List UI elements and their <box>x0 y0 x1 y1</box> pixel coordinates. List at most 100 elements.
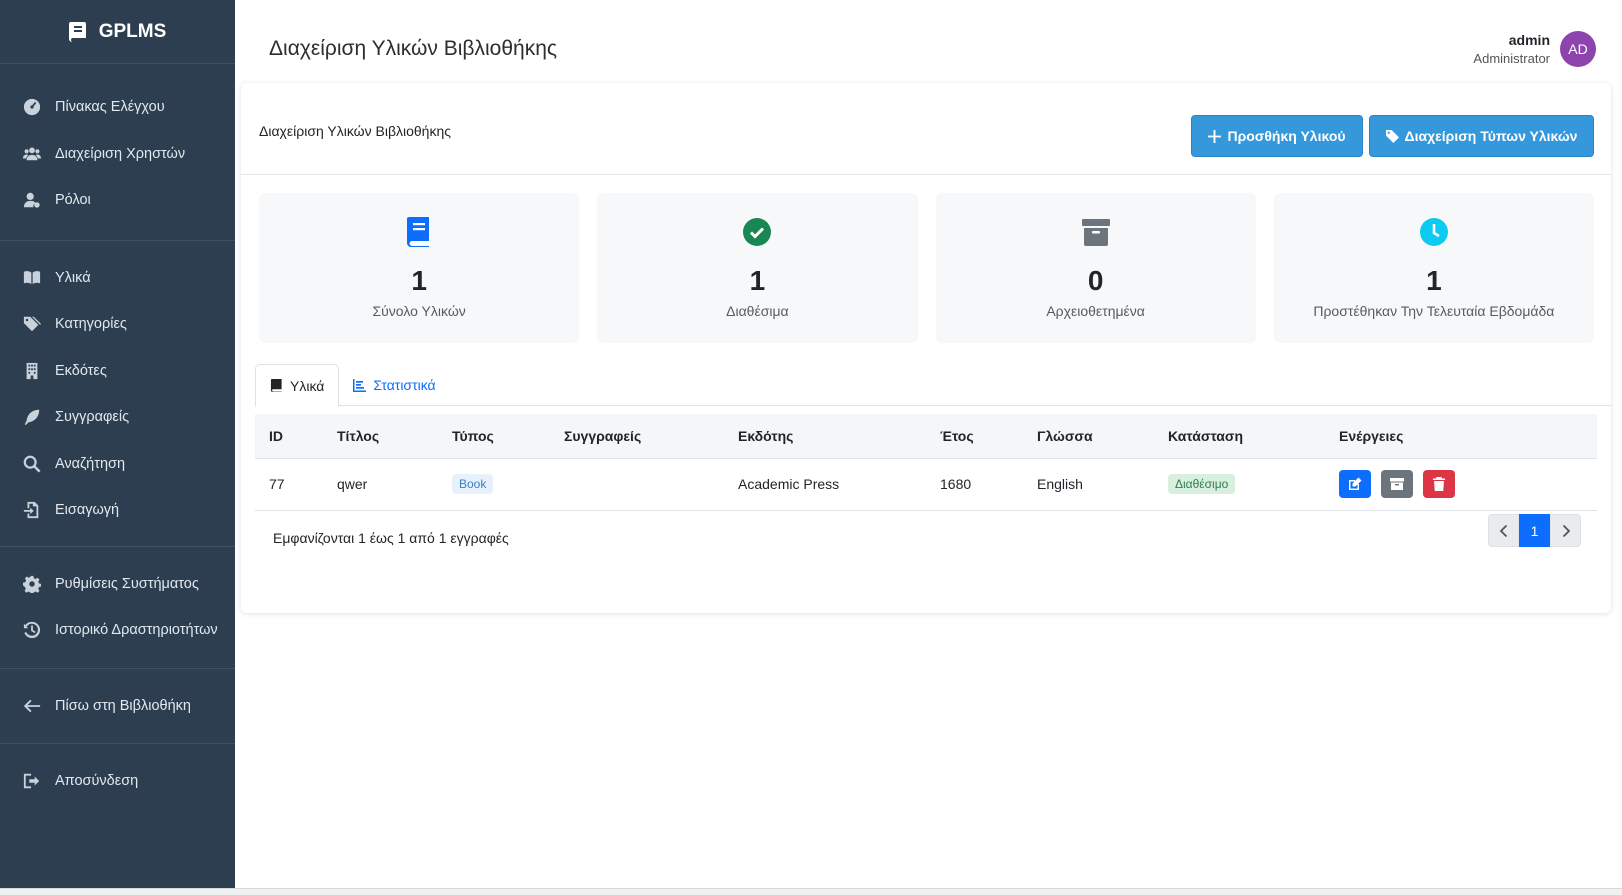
tab-statistics[interactable]: Στατιστικά <box>339 364 449 406</box>
sidebar-item-materials[interactable]: Υλικά <box>0 255 235 302</box>
stats-row: 1 Σύνολο Υλικών 1 Διαθέσιμα 0 Αρχειοθετη… <box>259 193 1594 343</box>
records-info: Εμφανίζονται 1 έως 1 από 1 εγγραφές <box>273 530 509 546</box>
add-material-button[interactable]: Προσθήκη Υλικού <box>1191 115 1363 157</box>
sidebar-item-categories[interactable]: Κατηγορίες <box>0 301 235 348</box>
sidebar-item-label: Εκδότες <box>55 362 107 379</box>
stat-label: Προστέθηκαν Την Τελευταία Εβδομάδα <box>1313 303 1555 319</box>
book-open-icon <box>22 268 42 288</box>
nav-group-library: Υλικά Κατηγορίες Εκδότες Συγγραφείς Αναζ… <box>0 241 235 547</box>
col-id[interactable]: ID <box>255 414 323 459</box>
tab-label: Υλικά <box>290 377 325 394</box>
delete-button[interactable] <box>1422 470 1455 498</box>
cell-type: Book <box>438 458 550 511</box>
chevron-left-icon <box>1499 524 1507 537</box>
arrow-left-icon <box>22 696 42 716</box>
edit-button[interactable] <box>1339 470 1371 498</box>
stat-value: 1 <box>749 265 766 296</box>
book-icon <box>270 379 282 392</box>
stat-value: 1 <box>1426 265 1442 296</box>
edit-icon <box>1349 477 1362 490</box>
sidebar-item-import[interactable]: Εισαγωγή <box>0 487 235 534</box>
cell-year: 1680 <box>926 458 1023 511</box>
stat-available: 1 Διαθέσιμα <box>597 193 918 343</box>
sidebar-item-label: Κατηγορίες <box>55 316 127 333</box>
archive-button[interactable] <box>1380 470 1413 498</box>
sidebar-item-roles[interactable]: Ρόλοι <box>0 177 235 224</box>
chevron-right-icon <box>1562 524 1570 537</box>
cell-title: qwer <box>323 458 438 511</box>
sidebar-item-settings[interactable]: Ρυθμίσεις Συστήματος <box>0 561 235 608</box>
user-role: Administrator <box>1473 51 1550 66</box>
user-name: admin <box>1508 32 1550 48</box>
manage-types-button[interactable]: Διαχείριση Τύπων Υλικών <box>1369 115 1594 157</box>
sidebar-item-publishers[interactable]: Εκδότες <box>0 348 235 395</box>
sidebar-item-label: Ρυθμίσεις Συστήματος <box>55 575 199 592</box>
col-title[interactable]: Τίτλος <box>323 414 438 459</box>
col-authors[interactable]: Συγγραφείς <box>550 414 724 459</box>
brand[interactable]: GPLMS <box>0 0 235 64</box>
materials-table: ID Τίτλος Τύπος Συγγραφείς Εκδότης Έτος … <box>255 414 1597 511</box>
pagination: 1 <box>1488 514 1581 547</box>
sidebar-item-users[interactable]: Διαχείριση Χρηστών <box>0 131 235 178</box>
page-button[interactable]: 1 <box>1519 514 1550 547</box>
tag-icon <box>1385 129 1399 143</box>
feather-icon <box>22 407 42 427</box>
user-info[interactable]: admin Administrator <box>1473 32 1550 66</box>
stat-label: Σύνολο Υλικών <box>372 303 466 319</box>
tab-materials[interactable]: Υλικά <box>255 364 340 407</box>
col-type[interactable]: Τύπος <box>438 414 550 459</box>
sidebar-item-label: Πίσω στη Βιβλιοθήκη <box>55 697 191 714</box>
sidebar-item-back-to-library[interactable]: Πίσω στη Βιβλιοθήκη <box>0 683 235 730</box>
sidebar-item-activity-history[interactable]: Ιστορικό Δραστηριοτήτων <box>0 607 235 654</box>
cell-actions <box>1325 458 1597 511</box>
user-role-icon <box>22 190 42 210</box>
sidebar-item-label: Διαχείριση Χρηστών <box>55 145 186 162</box>
tabs: Υλικά Στατιστικά <box>255 364 1611 407</box>
book-icon <box>404 217 434 247</box>
sidebar-item-search[interactable]: Αναζήτηση <box>0 441 235 488</box>
sidebar-item-authors[interactable]: Συγγραφείς <box>0 394 235 441</box>
book-logo-icon <box>68 21 86 42</box>
avatar[interactable]: AD <box>1560 31 1596 67</box>
nav-group-logout: Αποσύνδεση <box>0 744 235 819</box>
next-page-button[interactable] <box>1550 514 1581 547</box>
plus-icon <box>1208 129 1222 143</box>
stat-total: 1 Σύνολο Υλικών <box>259 193 580 343</box>
materials-card: Διαχείριση Υλικών Βιβλιοθήκης Προσθήκη Υ… <box>241 83 1611 613</box>
sidebar-item-dashboard[interactable]: Πίνακας Ελέγχου <box>0 84 235 131</box>
status-badge: Διαθέσιμο <box>1168 474 1236 494</box>
import-icon <box>22 500 42 520</box>
logout-icon <box>22 771 42 791</box>
chart-bar-icon <box>353 378 367 392</box>
history-icon <box>22 620 42 640</box>
gear-icon <box>22 574 42 594</box>
check-circle-icon <box>742 217 772 247</box>
add-material-label: Προσθήκη Υλικού <box>1227 128 1346 144</box>
stat-archived: 0 Αρχειοθετημένα <box>935 193 1256 343</box>
col-actions: Ενέργειες <box>1325 414 1597 459</box>
sidebar-item-label: Συγγραφείς <box>55 409 130 426</box>
prev-page-button[interactable] <box>1488 514 1519 547</box>
clock-icon <box>1419 217 1449 247</box>
cell-id: 77 <box>255 458 323 511</box>
table-header-row: ID Τίτλος Τύπος Συγγραφείς Εκδότης Έτος … <box>255 414 1597 459</box>
users-icon <box>22 144 42 164</box>
building-icon <box>22 361 42 381</box>
cell-authors <box>550 458 724 511</box>
col-publisher[interactable]: Εκδότης <box>724 414 926 459</box>
bottom-strip <box>0 888 1622 895</box>
col-year[interactable]: Έτος <box>926 414 1023 459</box>
card-header: Διαχείριση Υλικών Βιβλιοθήκης Προσθήκη Υ… <box>241 83 1611 175</box>
sidebar-item-label: Ιστορικό Δραστηριοτήτων <box>55 622 218 639</box>
table-row: 77 qwer Book Academic Press 1680 English… <box>255 458 1597 511</box>
sidebar: GPLMS Πίνακας Ελέγχου Διαχείριση Χρηστών… <box>0 0 235 888</box>
nav-group-admin: Πίνακας Ελέγχου Διαχείριση Χρηστών Ρόλοι <box>0 64 235 241</box>
tags-icon <box>22 314 42 334</box>
col-language[interactable]: Γλώσσα <box>1023 414 1154 459</box>
sidebar-item-logout[interactable]: Αποσύνδεση <box>0 758 235 805</box>
sidebar-item-label: Αναζήτηση <box>55 455 126 472</box>
col-status[interactable]: Κατάσταση <box>1154 414 1325 459</box>
nav-group-back: Πίσω στη Βιβλιοθήκη <box>0 669 235 744</box>
sidebar-item-label: Αποσύνδεση <box>55 773 139 790</box>
stat-label: Αρχειοθετημένα <box>1046 303 1145 319</box>
